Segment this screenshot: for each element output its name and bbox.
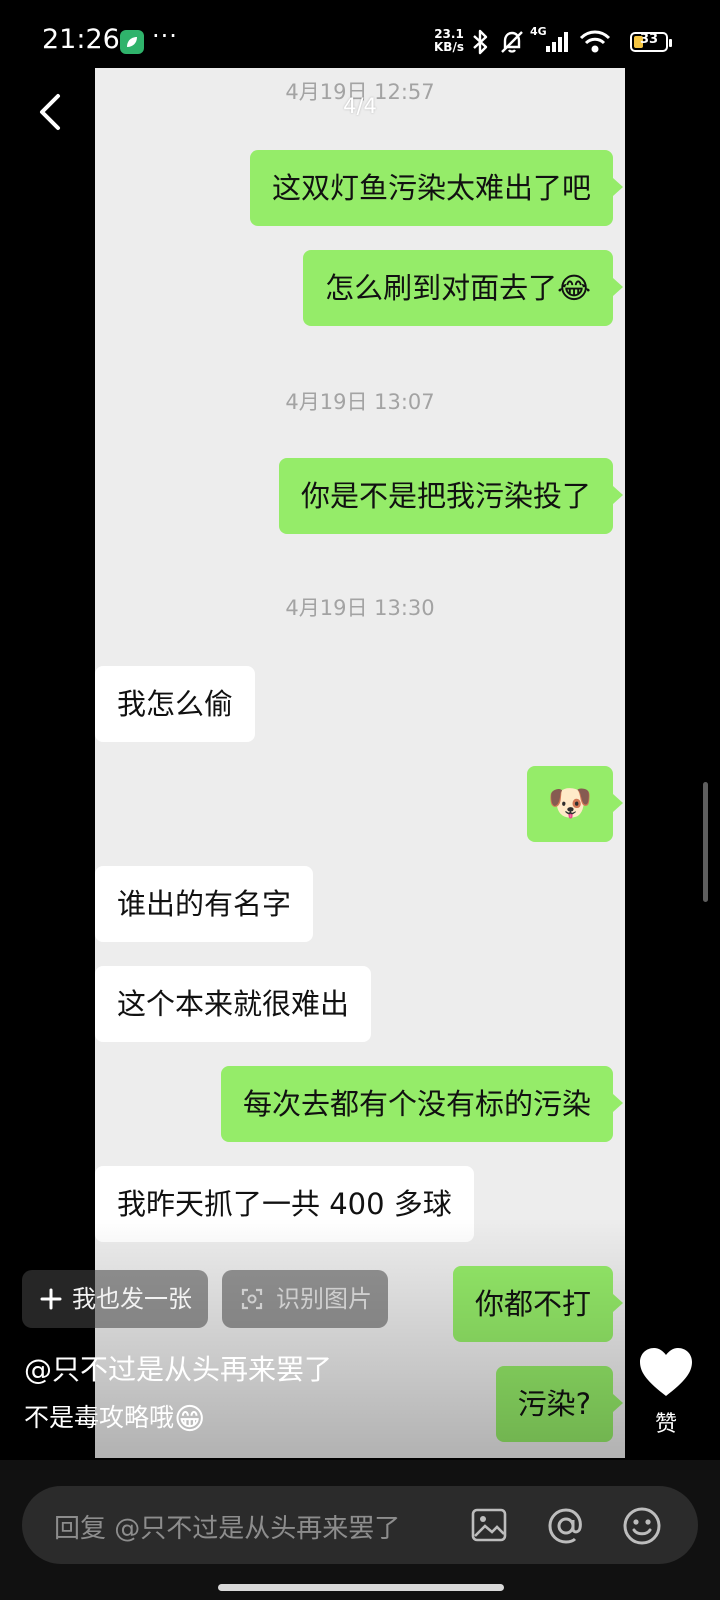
app-notification-icon xyxy=(120,30,144,54)
scrollbar[interactable] xyxy=(703,782,708,902)
message-text: 你是不是把我污染投了 xyxy=(300,479,591,513)
wifi-icon xyxy=(579,30,611,53)
message-text: 谁出的有名字 xyxy=(117,887,292,921)
message-outgoing: 你是不是把我污染投了 xyxy=(278,458,624,534)
heart-icon xyxy=(640,1348,692,1396)
post-too-label: 我也发一张 xyxy=(72,1285,192,1313)
doge-sticker-icon: 🐶 xyxy=(547,783,593,824)
post-caption: 不是毒攻略哦😁 xyxy=(24,1398,205,1437)
emoji-grin-icon: 😁 xyxy=(174,1402,206,1437)
message-incoming: 我怎么偷 xyxy=(95,666,256,742)
message-text: 这双灯鱼污染太难出了吧 xyxy=(271,171,591,205)
mute-bell-icon xyxy=(501,31,523,53)
message-text: 我昨天抓了一共 400 多球 xyxy=(117,1187,452,1221)
like-label: 赞 xyxy=(654,1412,677,1437)
post-too-button[interactable]: 我也发一张 xyxy=(22,1270,208,1328)
chat-timestamp: 4月19日 13:07 xyxy=(285,390,435,414)
home-indicator[interactable] xyxy=(218,1584,504,1591)
cell-signal-icon xyxy=(546,32,568,52)
message-incoming: 我昨天抓了一共 400 多球 xyxy=(95,1166,474,1242)
emoji-laugh-icon: 😂 xyxy=(557,271,591,305)
reply-placeholder: 回复 @只不过是从头再来罢了 xyxy=(54,1514,401,1544)
net-speed: 23.1 KB/s xyxy=(434,28,464,54)
image-icon[interactable] xyxy=(470,1506,508,1544)
reply-bar: 回复 @只不过是从头再来罢了 xyxy=(0,1460,720,1600)
message-outgoing-sticker: 🐶 xyxy=(527,766,623,842)
plus-icon xyxy=(40,1288,62,1310)
message-outgoing: 每次去都有个没有标的污染 xyxy=(220,1066,624,1142)
battery-level: 33 xyxy=(639,32,659,47)
bluetooth-icon xyxy=(473,29,488,55)
back-chevron-left-icon[interactable] xyxy=(30,90,74,134)
message-text: 我怎么偷 xyxy=(117,687,234,721)
smiley-icon[interactable] xyxy=(622,1506,662,1546)
reply-input[interactable]: 回复 @只不过是从头再来罢了 xyxy=(22,1486,698,1564)
message-outgoing: 你都不打 xyxy=(452,1266,624,1342)
message-incoming: 谁出的有名字 xyxy=(95,866,314,942)
message-text: 这个本来就很难出 xyxy=(117,987,350,1021)
message-text: 每次去都有个没有标的污染 xyxy=(242,1087,591,1121)
scan-icon xyxy=(241,1288,263,1310)
recognize-image-button[interactable]: 识别图片 xyxy=(222,1270,388,1328)
message-outgoing: 这双灯鱼污染太难出了吧 xyxy=(249,150,624,226)
post-mention[interactable]: @只不过是从头再来罢了 xyxy=(24,1348,332,1388)
message-text: 怎么刷到对面去了 xyxy=(325,271,558,305)
recognize-image-label: 识别图片 xyxy=(276,1285,372,1313)
message-outgoing: 怎么刷到对面去了😂 xyxy=(303,250,623,326)
net-speed-unit: KB/s xyxy=(434,40,464,54)
battery-icon: 33 xyxy=(630,32,672,52)
message-text: 污染? xyxy=(517,1387,591,1421)
message-text: 你都不打 xyxy=(474,1287,591,1321)
status-time: 21:26 xyxy=(42,24,120,55)
message-outgoing: 污染? xyxy=(495,1366,624,1442)
message-incoming: 这个本来就很难出 xyxy=(95,966,372,1042)
like-button[interactable]: 赞 xyxy=(638,1346,694,1438)
chat-screenshot-image[interactable]: 4月19日 12:57 4/4 这双灯鱼污染太难出了吧 怎么刷到对面去了😂 4月… xyxy=(95,68,625,1458)
caption-text: 不是毒攻略哦 xyxy=(24,1403,175,1432)
page-indicator: 4/4 xyxy=(343,94,377,118)
more-notifications-icon: ··· xyxy=(152,22,178,50)
at-icon[interactable] xyxy=(546,1506,586,1546)
chat-timestamp: 4月19日 13:30 xyxy=(285,596,435,620)
